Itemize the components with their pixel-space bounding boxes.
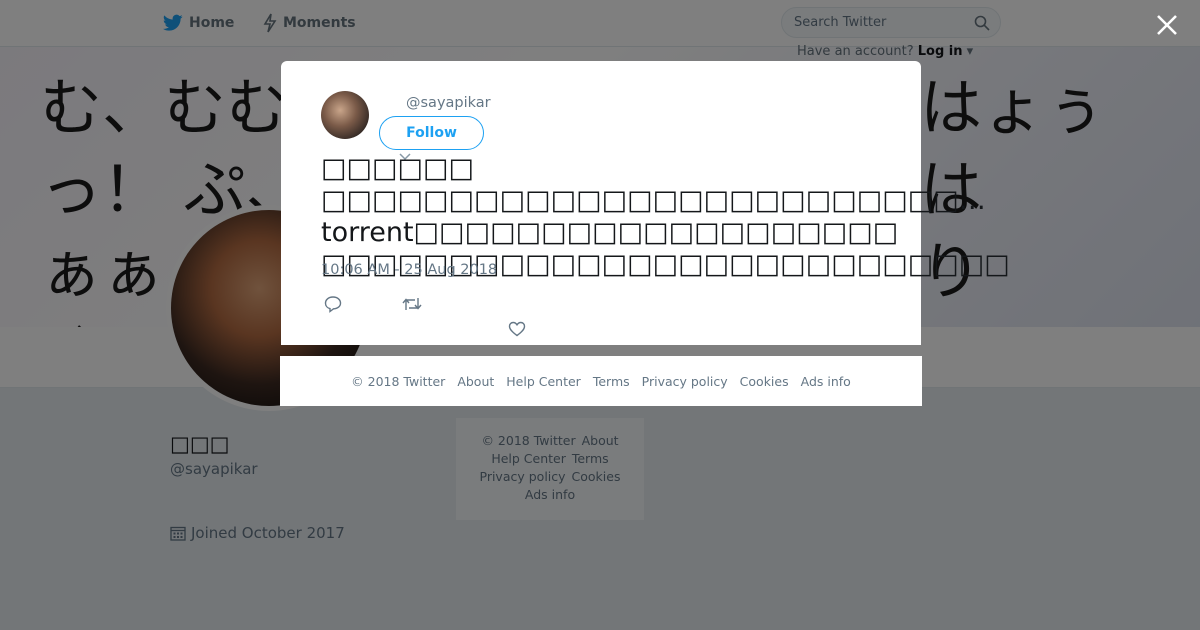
modal-footer: © 2018 Twitter About Help Center Terms P… [280,356,922,406]
tweet-modal: @sayapikar Follow □□□□□□ □□□□□□□□□□□□□□□… [281,61,1010,345]
tweet-text-line-1: □□□□□□ □□□□□□□□□□□□□□□□□□□□□□□□□… [321,153,986,216]
heart-icon[interactable] [508,320,526,338]
modal-footer-cookies[interactable]: Cookies [740,374,789,389]
modal-footer-copyright: © 2018 Twitter [351,373,446,389]
retweet-icon[interactable] [402,295,422,313]
close-icon[interactable] [1154,12,1180,38]
modal-footer-help[interactable]: Help Center [506,374,581,389]
tweet-text-line-2[interactable]: torrent□□□□□□□□□□□□□□□□□□□ [321,217,898,249]
tweet-author-handle[interactable]: @sayapikar [406,95,491,111]
modal-footer-privacy[interactable]: Privacy policy [642,374,728,389]
tweet-author-avatar[interactable] [321,91,369,139]
reply-icon[interactable] [324,295,342,313]
modal-footer-terms[interactable]: Terms [593,374,630,389]
modal-footer-about[interactable]: About [457,374,494,389]
tweet-timestamp[interactable]: 10:06 AM - 25 Aug 2018 [321,262,497,278]
follow-button[interactable]: Follow [379,116,484,150]
modal-footer-ads[interactable]: Ads info [801,374,851,389]
